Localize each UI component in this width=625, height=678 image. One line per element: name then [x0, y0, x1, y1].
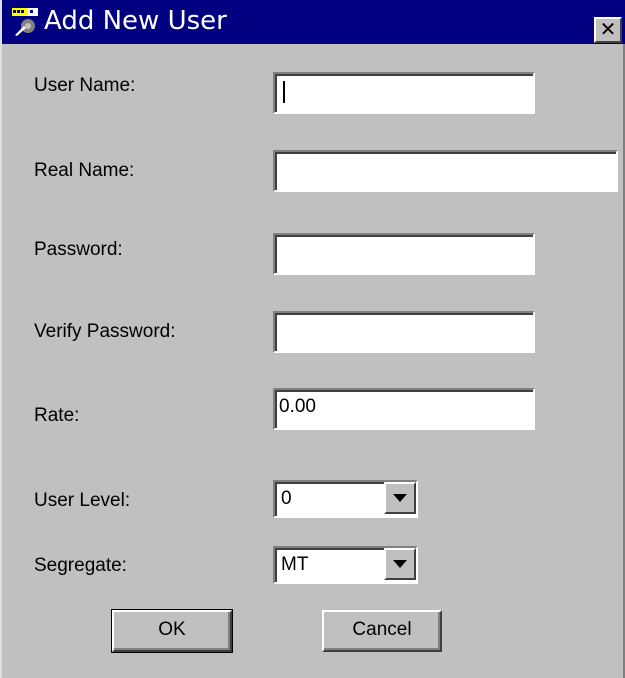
user-name-input[interactable]	[273, 72, 535, 114]
user-name-label: User Name:	[34, 75, 136, 96]
real-name-input[interactable]	[273, 150, 618, 192]
user-level-label: User Level:	[34, 490, 131, 511]
chevron-down-icon	[393, 560, 407, 568]
rate-label: Rate:	[34, 405, 80, 426]
user-level-value: 0	[281, 488, 292, 509]
cancel-button[interactable]: Cancel	[322, 610, 442, 652]
segregate-select[interactable]: MT	[273, 546, 418, 584]
rate-input[interactable]: 0.00	[273, 388, 535, 430]
user-level-select[interactable]: 0	[273, 480, 418, 518]
real-name-label: Real Name:	[34, 160, 135, 181]
title-bar[interactable]: Add New User ✕	[2, 0, 625, 44]
segregate-dropdown-button[interactable]	[384, 548, 416, 580]
close-button[interactable]: ✕	[594, 17, 622, 43]
password-label: Password:	[34, 239, 123, 260]
user-tool-icon	[12, 8, 38, 36]
ok-button[interactable]: OK	[111, 609, 233, 653]
segregate-value: MT	[281, 554, 309, 575]
close-icon: ✕	[599, 17, 617, 41]
add-new-user-dialog: Add New User ✕ User Name: Real Name: Pas…	[0, 0, 625, 678]
rate-value: 0.00	[279, 396, 316, 417]
password-input[interactable]	[273, 233, 535, 275]
text-caret	[283, 81, 285, 103]
verify-password-label: Verify Password:	[34, 321, 176, 342]
user-level-dropdown-button[interactable]	[384, 482, 416, 514]
dialog-title: Add New User	[44, 6, 227, 36]
verify-password-input[interactable]	[273, 311, 535, 353]
chevron-down-icon	[393, 494, 407, 502]
segregate-label: Segregate:	[34, 555, 127, 576]
